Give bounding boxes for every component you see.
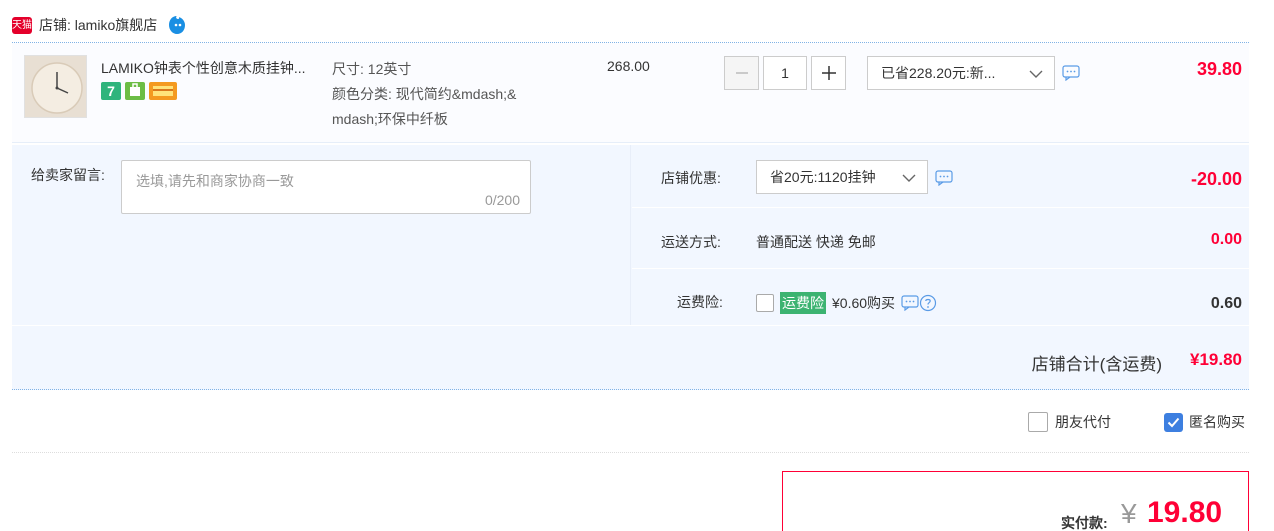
shop-discount-label: 店铺优惠: [661, 170, 721, 186]
product-thumbnail[interactable] [24, 55, 87, 118]
seller-message-label: 给卖家留言: [31, 167, 105, 183]
plus-icon [821, 66, 836, 80]
shipping-method-value: 普通配送 快递 免邮 [756, 234, 876, 250]
friend-pay-option[interactable]: 朋友代付 [1028, 412, 1111, 432]
chevron-down-icon [902, 174, 916, 182]
checkmark-icon [1167, 417, 1180, 427]
shop-total-label: 店铺合计(含运费) [1031, 355, 1162, 374]
tmall-logo-icon: 天猫 [12, 16, 32, 34]
item-promotion-select[interactable]: 已省228.20元:新... [867, 56, 1055, 90]
shipping-insurance-checkbox[interactable] [756, 294, 774, 312]
row-divider [632, 268, 1249, 269]
shipping-insurance-tag: 运费险 [780, 292, 826, 314]
friend-pay-label: 朋友代付 [1055, 414, 1111, 430]
panel-divider [630, 145, 631, 325]
quantity-input[interactable]: 1 [763, 56, 807, 90]
help-question-icon[interactable] [919, 294, 937, 312]
shipping-amount: 0.00 [1210, 231, 1242, 248]
credit-card-icon[interactable] [149, 82, 177, 100]
anonymous-purchase-checkbox[interactable] [1164, 412, 1183, 432]
item-promotion-value: 已省228.20元:新... [881, 65, 996, 81]
decrease-quantity-button[interactable] [724, 56, 759, 90]
shipping-insurance-option: 运费险 ¥0.60购买 [756, 292, 937, 314]
payment-amount: 19.80 [1147, 496, 1223, 529]
order-info-panel: 给卖家留言: 选填,请先和商家协商一致 0/200 店铺优惠: 省20元:112… [12, 145, 1249, 390]
product-title-link[interactable]: LAMIKO钟表个性创意木质挂钟... [101, 58, 326, 78]
shop-header: 天猫 店铺: lamiko旗舰店 [12, 12, 187, 38]
shipping-method-label: 运送方式: [661, 234, 721, 250]
sku-size: 尺寸: 12英寸 [332, 61, 412, 77]
quantity-stepper: 1 [724, 56, 846, 90]
friend-pay-checkbox[interactable] [1028, 412, 1048, 432]
wall-clock-image-icon [25, 56, 86, 117]
seven-day-return-icon[interactable]: 7 [101, 82, 121, 100]
wangwang-chat-icon[interactable] [167, 15, 187, 35]
shop-discount-value: 省20元:1120挂钟 [770, 169, 876, 185]
consumer-protection-icon[interactable] [125, 82, 145, 100]
row-divider [632, 207, 1249, 208]
shipping-insurance-label: 运费险: [677, 294, 723, 310]
shipping-insurance-price: ¥0.60购买 [832, 295, 896, 311]
chevron-down-icon [1029, 70, 1043, 78]
anonymous-purchase-label: 匿名购买 [1189, 414, 1245, 430]
item-subtotal: 39.80 [1196, 59, 1242, 79]
payment-summary-box: 实付款: ¥ 19.80 [782, 471, 1249, 531]
sku-color-cont: mdash;环保中纤板 [332, 111, 448, 127]
row-divider [12, 325, 1249, 326]
seller-message-char-count: 0/200 [484, 192, 520, 208]
anonymous-purchase-option[interactable]: 匿名购买 [1164, 412, 1245, 432]
options-divider [12, 452, 1249, 453]
shop-total-value: ¥19.80 [1190, 350, 1242, 369]
promotion-info-chat-icon[interactable] [1062, 65, 1080, 81]
increase-quantity-button[interactable] [811, 56, 846, 90]
shop-name-link[interactable]: 店铺: lamiko旗舰店 [39, 15, 157, 35]
seller-message-placeholder: 选填,请先和商家协商一致 [136, 173, 294, 189]
unit-price: 268.00 [607, 58, 650, 74]
seller-message-textarea[interactable]: 选填,请先和商家协商一致 0/200 [121, 160, 531, 214]
service-badges: 7 [101, 82, 177, 100]
discount-info-chat-icon[interactable] [935, 170, 953, 186]
shipping-insurance-amount: 0.60 [1210, 295, 1242, 312]
minus-icon [735, 72, 748, 74]
payment-currency: ¥ [1121, 498, 1137, 529]
shop-discount-amount: -20.00 [1190, 169, 1242, 189]
sku-color: 颜色分类: 现代简约&mdash;& [332, 86, 517, 102]
order-item-row: LAMIKO钟表个性创意木质挂钟... 7 尺寸: 12英寸 颜色分类: 现代简… [12, 43, 1249, 143]
shop-discount-select[interactable]: 省20元:1120挂钟 [756, 160, 928, 194]
insurance-chat-icon[interactable] [901, 295, 919, 311]
payment-label: 实付款: [1061, 515, 1108, 531]
product-sku-info: 尺寸: 12英寸 颜色分类: 现代简约&mdash;& mdash;环保中纤板 [332, 57, 572, 132]
